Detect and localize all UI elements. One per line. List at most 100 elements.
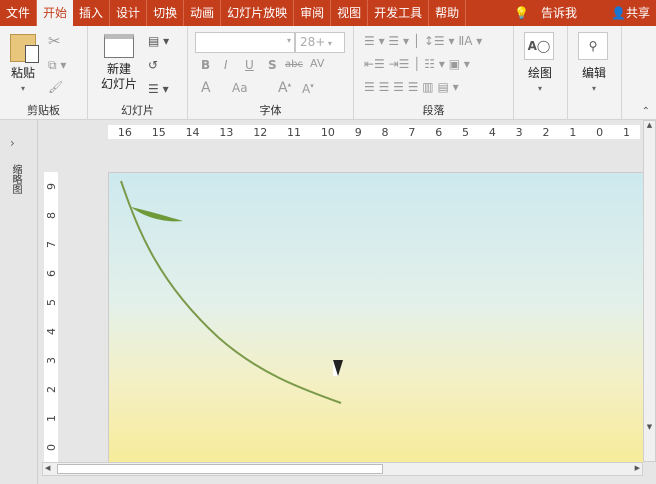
ruler-tick-label: 5 [462,125,470,139]
share-label: 共享 [625,6,650,20]
font-color-button[interactable]: A [201,80,211,96]
ruler-tick-label: 13 [219,125,234,139]
collapse-ribbon-icon[interactable]: ⌃ [642,106,650,117]
scroll-left-icon[interactable]: ◀ [45,464,50,472]
ruler-tick-label: 1 [44,415,58,422]
drawing-label: 绘图 [527,66,552,80]
ruler-tick-label: 8 [381,125,389,139]
thumbnail-pane-label[interactable]: 缩略图 [8,164,23,194]
horizontal-scrollbar[interactable]: ◀ ▶ [42,462,643,476]
clipboard-icon [10,34,39,63]
slide-canvas[interactable] [108,172,643,462]
thumbnail-pane: › 缩略图 [0,120,38,484]
horizontal-ruler: 16 15 14 13 12 11 10 9 8 7 6 5 4 3 2 1 0 1 [108,125,640,139]
ruler-tick-label: 0 [596,125,604,139]
ruler-tick-label: 3 [44,357,58,364]
ruler-tick-label: 1 [622,125,630,139]
ruler-tick-label: 1 [569,125,577,139]
tab-5[interactable]: 动画 [184,0,222,26]
ruler-tick-label: 7 [44,241,58,248]
tab-8[interactable]: 视图 [331,0,369,26]
lightbulb-icon: 💡 [514,6,530,20]
strikethrough-button[interactable]: abc [285,59,303,70]
ruler-tick-label: 10 [320,125,335,139]
font-name-input[interactable]: ▾ [195,32,295,53]
group-editing: ⚲ 编辑 ▾ [568,26,622,120]
search-icon: ⚲ [578,32,608,60]
ruler-tick-label: 9 [354,125,362,139]
tab-1[interactable]: 开始 [37,0,74,26]
underline-button[interactable]: U [245,58,254,72]
drawing-button[interactable]: A◯ 绘图 ▾ [524,32,556,96]
ruler-tick-label: 14 [185,125,200,139]
ruler-tick-label: 4 [488,125,496,139]
section-icon[interactable]: ☰ ▾ [148,82,169,96]
reset-icon[interactable]: ↺ [148,58,158,72]
ruler-tick-label: 2 [542,125,550,139]
new-slide-label-2: 幻灯片 [100,77,137,91]
ruler-tick-label: 5 [44,299,58,306]
cut-icon[interactable]: ✂ [48,32,61,50]
tab-2[interactable]: 插入 [73,0,111,26]
bamboo-illustration [120,180,342,404]
expand-pane-icon[interactable]: › [10,136,15,150]
shadow-button[interactable]: S [268,58,277,72]
increase-font-button[interactable]: A▴ [278,80,291,96]
chevron-down-icon: ▾ [537,84,542,93]
new-slide-label: 新建 [106,62,131,76]
group-slides: 新建 幻灯片 ▤ ▾ ↺ ☰ ▾ 幻灯片 [88,26,188,120]
ruler-tick-label: 11 [287,125,302,139]
scroll-thumb[interactable] [57,464,383,474]
ruler-tick-label: 8 [44,212,58,219]
char-spacing-button[interactable]: AV [310,57,324,70]
vertical-scrollbar[interactable]: ▲ ▼ [643,120,656,462]
new-slide-button[interactable]: 新建 幻灯片 [94,34,144,92]
font-group-label: 字体 [259,104,282,117]
format-painter-icon[interactable]: 🖌 [48,80,63,94]
ruler-tick-label: 7 [408,125,416,139]
bold-button[interactable]: B [201,58,210,72]
ruler-tick-label: 4 [44,328,58,335]
editing-label: 编辑 [581,66,606,80]
font-size-value: 28+ [300,35,326,49]
paragraph-group-label: 段落 [422,104,445,117]
tab-0[interactable]: 文件 [0,0,38,26]
tab-9[interactable]: 开发工具 [368,0,430,26]
ruler-tick-label: 15 [151,125,166,139]
indent-icon[interactable]: ⇤☰ ⇥☰ │ ☷ ▾ ▣ ▾ [364,57,470,71]
align-icon[interactable]: ☰ ☰ ☰ ☰ ▥ ▤ ▾ [364,80,459,94]
copy-icon[interactable]: ⧉ ▾ [48,58,66,73]
ruler-tick-label: 2 [44,386,58,393]
editing-button[interactable]: ⚲ 编辑 ▾ [578,32,610,96]
scroll-right-icon[interactable]: ▶ [635,464,640,472]
mouse-cursor-icon [333,360,343,376]
new-slide-icon [104,34,134,58]
group-drawing: A◯ 绘图 ▾ [514,26,568,120]
paste-label: 粘贴 [10,66,35,80]
ruler-tick-label: 3 [515,125,523,139]
italic-button[interactable]: I [224,58,228,72]
tab-6[interactable]: 幻灯片放映 [221,0,295,26]
ruler-tick-label: 0 [44,444,58,451]
group-clipboard: 粘贴 ▾ ✂ ⧉ ▾ 🖌 剪贴板 [0,26,88,120]
clipboard-group-label: 剪贴板 [27,104,60,117]
shapes-icon: A◯ [524,32,554,60]
decrease-font-button[interactable]: A▾ [302,82,314,96]
tab-10[interactable]: 帮助 [429,0,467,26]
scroll-up-icon[interactable]: ▲ [644,121,655,129]
tab-4[interactable]: 切换 [147,0,185,26]
slides-group-label: 幻灯片 [121,104,154,117]
paste-button[interactable]: 粘贴 ▾ [6,34,40,96]
tab-3[interactable]: 设计 [110,0,148,26]
ruler-tick-label: 6 [44,270,58,277]
tab-7[interactable]: 审阅 [294,0,332,26]
ruler-tick-label: 6 [435,125,443,139]
chevron-down-icon: ▾ [20,84,25,93]
layout-icon[interactable]: ▤ ▾ [148,34,169,48]
change-case-button[interactable]: Aa [232,81,248,95]
bullets-icon[interactable]: ☰ ▾ ☰ ▾ │ ↕☰ ▾ ⅡA ▾ [364,34,482,48]
font-size-input[interactable]: 28+ ▾ [295,32,345,53]
tell-me-button[interactable]: 告诉我 [535,0,583,26]
scroll-down-icon[interactable]: ▼ [644,423,655,431]
share-button[interactable]: 👤共享 [605,0,656,26]
